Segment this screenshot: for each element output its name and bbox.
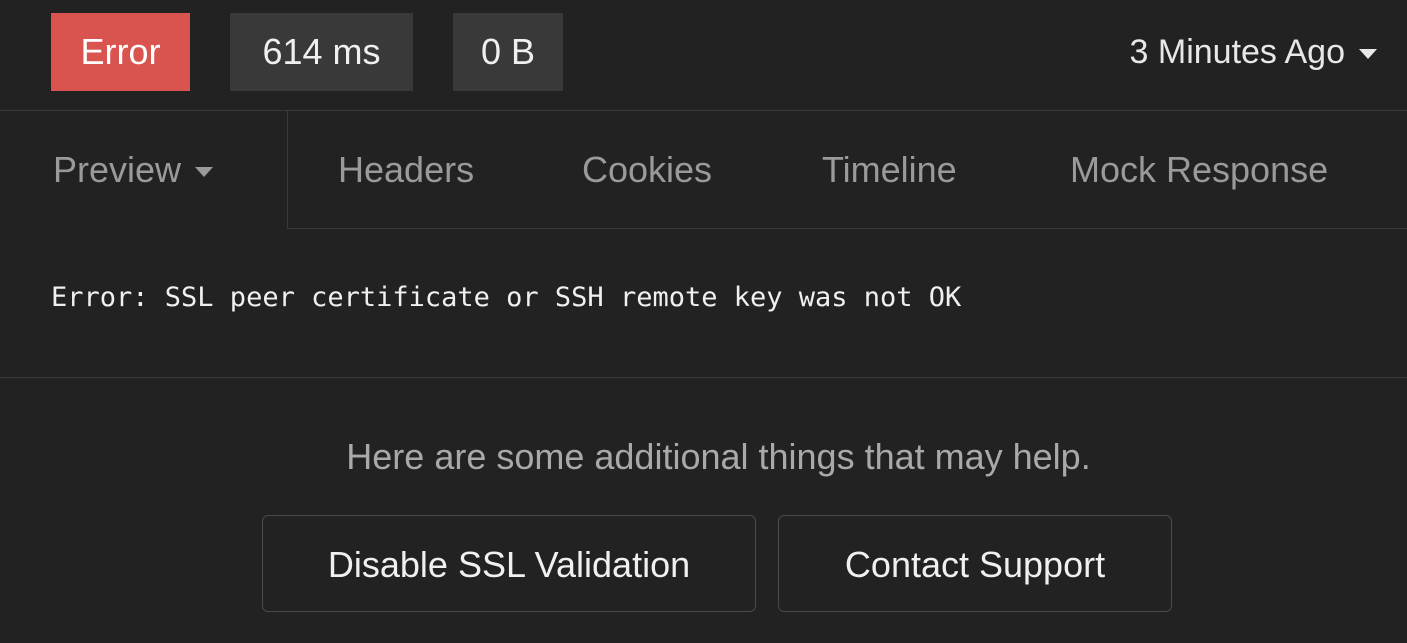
tab-cookies[interactable]: Cookies bbox=[582, 111, 712, 229]
error-message: Error: SSL peer certificate or SSH remot… bbox=[51, 282, 962, 313]
contact-support-button[interactable]: Contact Support bbox=[778, 515, 1172, 612]
help-text: Here are some additional things that may… bbox=[346, 436, 1091, 477]
tab-divider bbox=[288, 228, 1407, 229]
tab-headers[interactable]: Headers bbox=[338, 111, 474, 229]
response-time-badge: 614 ms bbox=[230, 13, 413, 91]
caret-down-icon bbox=[195, 167, 214, 177]
section-divider bbox=[0, 377, 1407, 378]
caret-down-icon bbox=[1359, 49, 1377, 59]
tab-mock-response[interactable]: Mock Response bbox=[1070, 111, 1328, 229]
tab-timeline[interactable]: Timeline bbox=[822, 111, 957, 229]
status-error-badge: Error bbox=[51, 13, 190, 91]
tab-preview-label: Preview bbox=[53, 149, 182, 190]
response-history-dropdown[interactable]: 3 Minutes Ago bbox=[1130, 13, 1377, 91]
history-label: 3 Minutes Ago bbox=[1129, 33, 1345, 71]
disable-ssl-validation-button[interactable]: Disable SSL Validation bbox=[262, 515, 756, 612]
response-pane: Error 614 ms 0 B 3 Minutes Ago Preview H… bbox=[0, 0, 1407, 643]
response-tabs: Preview Headers Cookies Timeline Mock Re… bbox=[0, 111, 1407, 229]
response-status-bar: Error 614 ms 0 B 3 Minutes Ago bbox=[0, 0, 1407, 111]
tab-preview[interactable]: Preview bbox=[0, 111, 288, 229]
response-size-badge: 0 B bbox=[453, 13, 563, 91]
